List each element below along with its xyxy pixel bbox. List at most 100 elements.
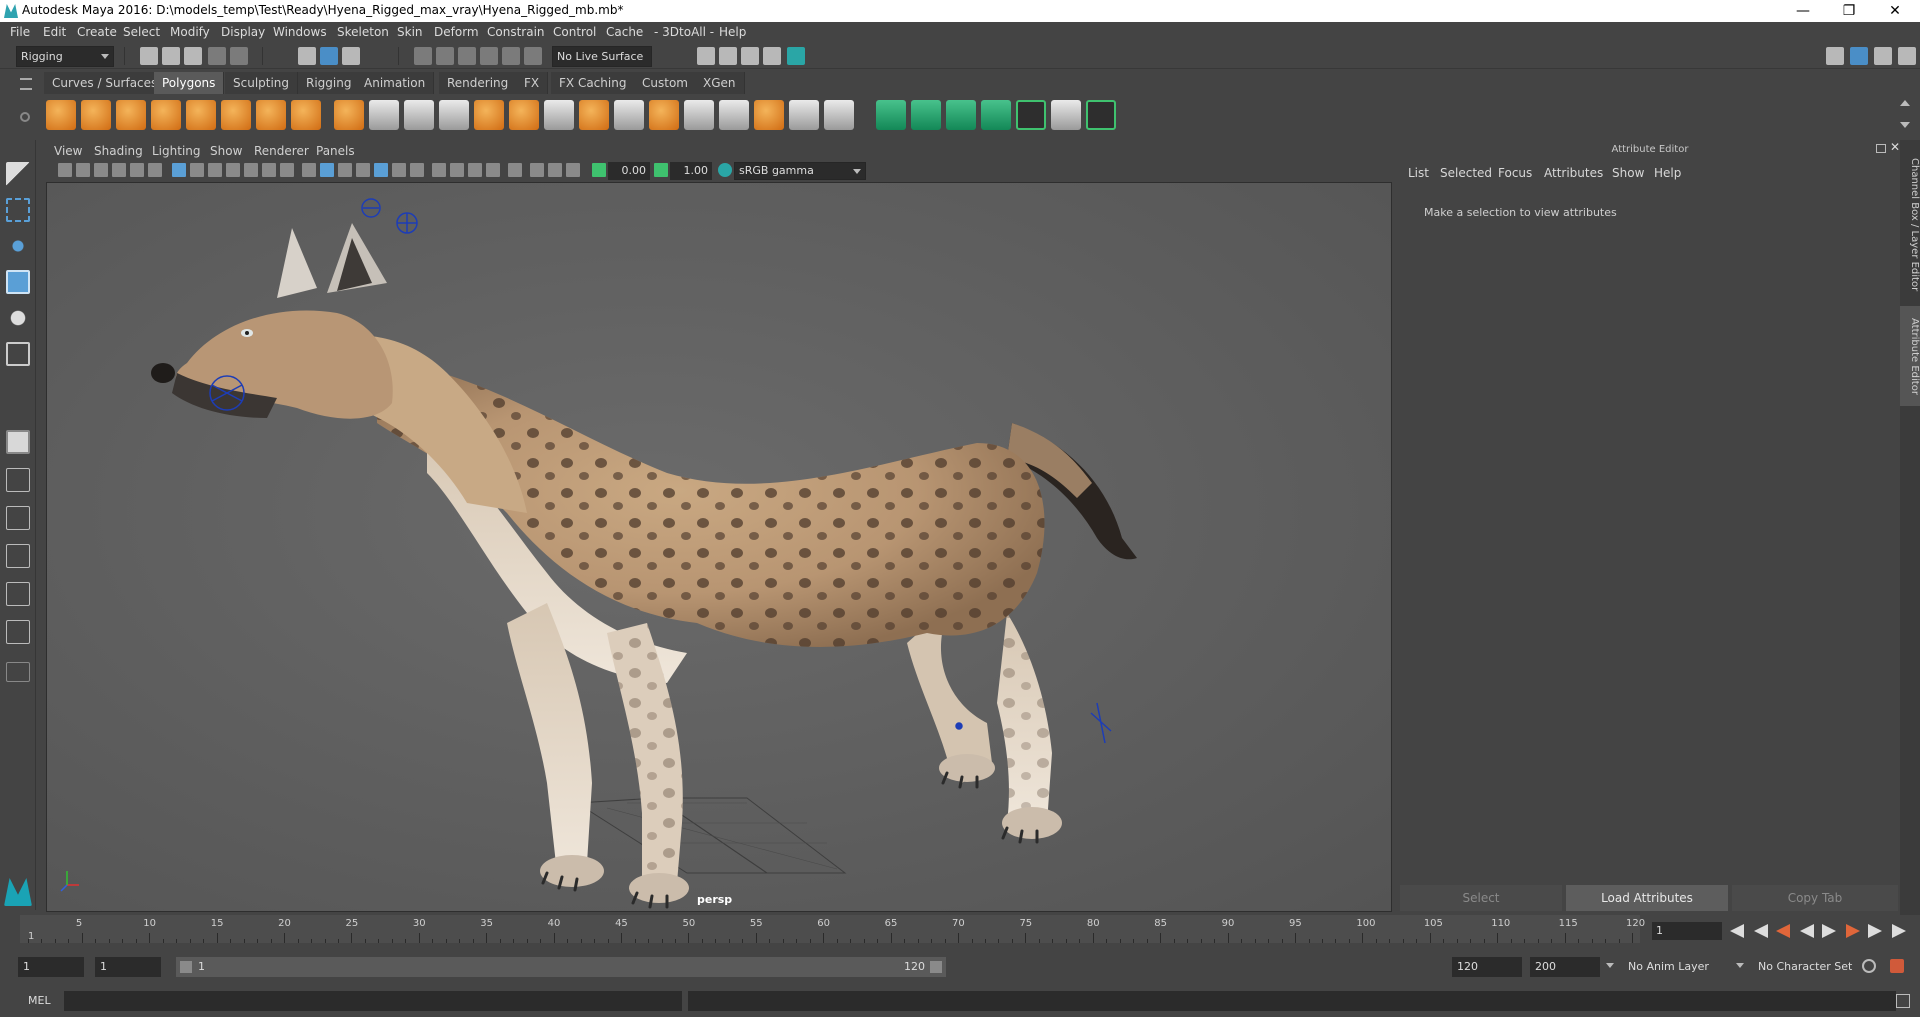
attribute-editor-toggle-icon[interactable] bbox=[1850, 47, 1868, 65]
dope-sheet-layout-icon[interactable] bbox=[6, 582, 30, 606]
tab-channel-box-layer-editor[interactable]: Channel Box / Layer Editor bbox=[1900, 150, 1920, 300]
outliner-perspective-layout-icon[interactable] bbox=[6, 506, 30, 530]
safe-title-icon[interactable] bbox=[280, 163, 294, 177]
select-tool-icon[interactable] bbox=[6, 162, 30, 186]
close-icon[interactable]: ✕ bbox=[1890, 140, 1900, 154]
wireframe-on-shaded-icon[interactable] bbox=[356, 163, 370, 177]
exposure-field[interactable]: 0.00 bbox=[608, 162, 650, 180]
tab-rendering[interactable]: Rendering bbox=[439, 72, 518, 94]
copy-tab-button[interactable]: Copy Tab bbox=[1732, 885, 1898, 911]
viewport-menu-lighting[interactable]: Lighting bbox=[152, 144, 201, 158]
default-material-icon[interactable] bbox=[338, 163, 352, 177]
minimize-button[interactable]: — bbox=[1780, 0, 1826, 22]
ae-menu-help[interactable]: Help bbox=[1654, 166, 1681, 180]
render-settings-icon[interactable] bbox=[697, 47, 715, 65]
field-chart-icon[interactable] bbox=[244, 163, 258, 177]
menu-create[interactable]: Create bbox=[77, 25, 117, 39]
ipr-render-icon[interactable] bbox=[763, 47, 781, 65]
move-tool-icon[interactable] bbox=[6, 270, 30, 294]
new-scene-icon[interactable] bbox=[140, 47, 158, 65]
target-weld-icon[interactable] bbox=[824, 100, 854, 130]
ae-menu-list[interactable]: List bbox=[1408, 166, 1429, 180]
uv-editor-icon[interactable] bbox=[1016, 100, 1046, 130]
xray-active-components-icon[interactable] bbox=[548, 163, 562, 177]
poly-torus-icon[interactable] bbox=[221, 100, 251, 130]
load-attributes-button[interactable]: Load Attributes bbox=[1566, 885, 1728, 911]
menu-file[interactable]: File bbox=[10, 25, 30, 39]
tab-sculpting[interactable]: Sculpting bbox=[225, 72, 299, 94]
separate-icon[interactable] bbox=[369, 100, 399, 130]
snap-point-icon[interactable] bbox=[458, 47, 476, 65]
ae-menu-selected[interactable]: Selected bbox=[1440, 166, 1492, 180]
gamma-icon[interactable] bbox=[654, 163, 668, 177]
step-forward-key-icon[interactable] bbox=[1868, 924, 1882, 938]
more-layouts-icon[interactable] bbox=[6, 662, 30, 682]
viewport-menu-panels[interactable]: Panels bbox=[316, 144, 355, 158]
uv-layout-icon[interactable] bbox=[1086, 100, 1116, 130]
tab-curves-surfaces[interactable]: Curves / Surfaces bbox=[44, 72, 167, 94]
menu-constrain[interactable]: Constrain bbox=[487, 25, 545, 39]
spherical-mapping-icon[interactable] bbox=[946, 100, 976, 130]
grid-icon[interactable] bbox=[172, 163, 186, 177]
automatic-mapping-icon[interactable] bbox=[981, 100, 1011, 130]
extract-icon[interactable] bbox=[404, 100, 434, 130]
motion-blur-icon[interactable] bbox=[450, 163, 464, 177]
poke-face-icon[interactable] bbox=[754, 100, 784, 130]
step-forward-frame-icon[interactable] bbox=[1846, 924, 1860, 938]
menu-3dtoall[interactable]: - 3DtoAll - bbox=[654, 25, 714, 39]
animation-end-field[interactable]: 200 bbox=[1530, 957, 1600, 977]
tab-attribute-editor[interactable]: Attribute Editor bbox=[1900, 306, 1920, 406]
viewport-menu-shading[interactable]: Shading bbox=[94, 144, 143, 158]
restore-button[interactable]: ❐ bbox=[1826, 0, 1872, 22]
color-space-dropdown[interactable]: sRGB gamma bbox=[734, 162, 866, 180]
offset-edge-loop-icon[interactable] bbox=[719, 100, 749, 130]
mode-dropdown[interactable]: Rigging bbox=[16, 46, 114, 67]
auto-key-icon[interactable] bbox=[1862, 959, 1876, 973]
gamma-field[interactable]: 1.00 bbox=[670, 162, 712, 180]
bridge-icon[interactable] bbox=[614, 100, 644, 130]
xray-icon[interactable] bbox=[530, 163, 544, 177]
play-backwards-icon[interactable] bbox=[1800, 924, 1814, 938]
graph-editor-layout-icon[interactable] bbox=[6, 544, 30, 568]
wireframe-icon[interactable] bbox=[302, 163, 316, 177]
tab-fx[interactable]: FX bbox=[516, 72, 549, 94]
color-management-icon[interactable] bbox=[718, 163, 732, 177]
lasso-tool-icon[interactable] bbox=[6, 198, 30, 222]
go-to-end-icon[interactable] bbox=[1892, 924, 1906, 938]
smooth-shade-icon[interactable] bbox=[320, 163, 334, 177]
script-editor-icon[interactable] bbox=[1896, 994, 1910, 1008]
tab-rigging[interactable]: Rigging bbox=[298, 72, 361, 94]
depth-of-field-icon[interactable] bbox=[486, 163, 500, 177]
scale-tool-icon[interactable] bbox=[6, 342, 30, 366]
checker-map-icon[interactable] bbox=[1051, 100, 1081, 130]
snap-curve-icon[interactable] bbox=[436, 47, 454, 65]
viewport-menu-show[interactable]: Show bbox=[210, 144, 242, 158]
playback-end-field[interactable]: 120 bbox=[1452, 957, 1522, 977]
save-scene-icon[interactable] bbox=[184, 47, 202, 65]
range-slider[interactable]: 1 120 bbox=[176, 957, 946, 977]
float-panel-icon[interactable] bbox=[1876, 144, 1886, 153]
select-by-component-icon[interactable] bbox=[342, 47, 360, 65]
tab-polygons[interactable]: Polygons bbox=[154, 72, 225, 94]
rotate-tool-icon[interactable] bbox=[6, 306, 30, 330]
maya-home-icon[interactable] bbox=[4, 878, 32, 906]
select-button[interactable]: Select bbox=[1400, 885, 1562, 911]
channel-box-toggle-icon[interactable] bbox=[1898, 47, 1916, 65]
poly-cube-icon[interactable] bbox=[81, 100, 111, 130]
poly-cone-icon[interactable] bbox=[151, 100, 181, 130]
live-surface-field[interactable]: No Live Surface bbox=[552, 46, 652, 67]
cylindrical-mapping-icon[interactable] bbox=[911, 100, 941, 130]
select-by-object-icon[interactable] bbox=[320, 47, 338, 65]
render-current-frame-icon[interactable] bbox=[741, 47, 759, 65]
four-view-layout-icon[interactable] bbox=[6, 468, 30, 492]
camera-attributes-icon[interactable] bbox=[76, 163, 90, 177]
poly-plane-icon[interactable] bbox=[186, 100, 216, 130]
exposure-icon[interactable] bbox=[592, 163, 606, 177]
screen-space-ao-icon[interactable] bbox=[432, 163, 446, 177]
snap-view-plane-icon[interactable] bbox=[480, 47, 498, 65]
playback-start-field[interactable]: 1 bbox=[95, 957, 161, 977]
hypershade-layout-icon[interactable] bbox=[6, 620, 30, 644]
extrude-icon[interactable] bbox=[579, 100, 609, 130]
menu-display[interactable]: Display bbox=[221, 25, 265, 39]
combine-icon[interactable] bbox=[334, 100, 364, 130]
